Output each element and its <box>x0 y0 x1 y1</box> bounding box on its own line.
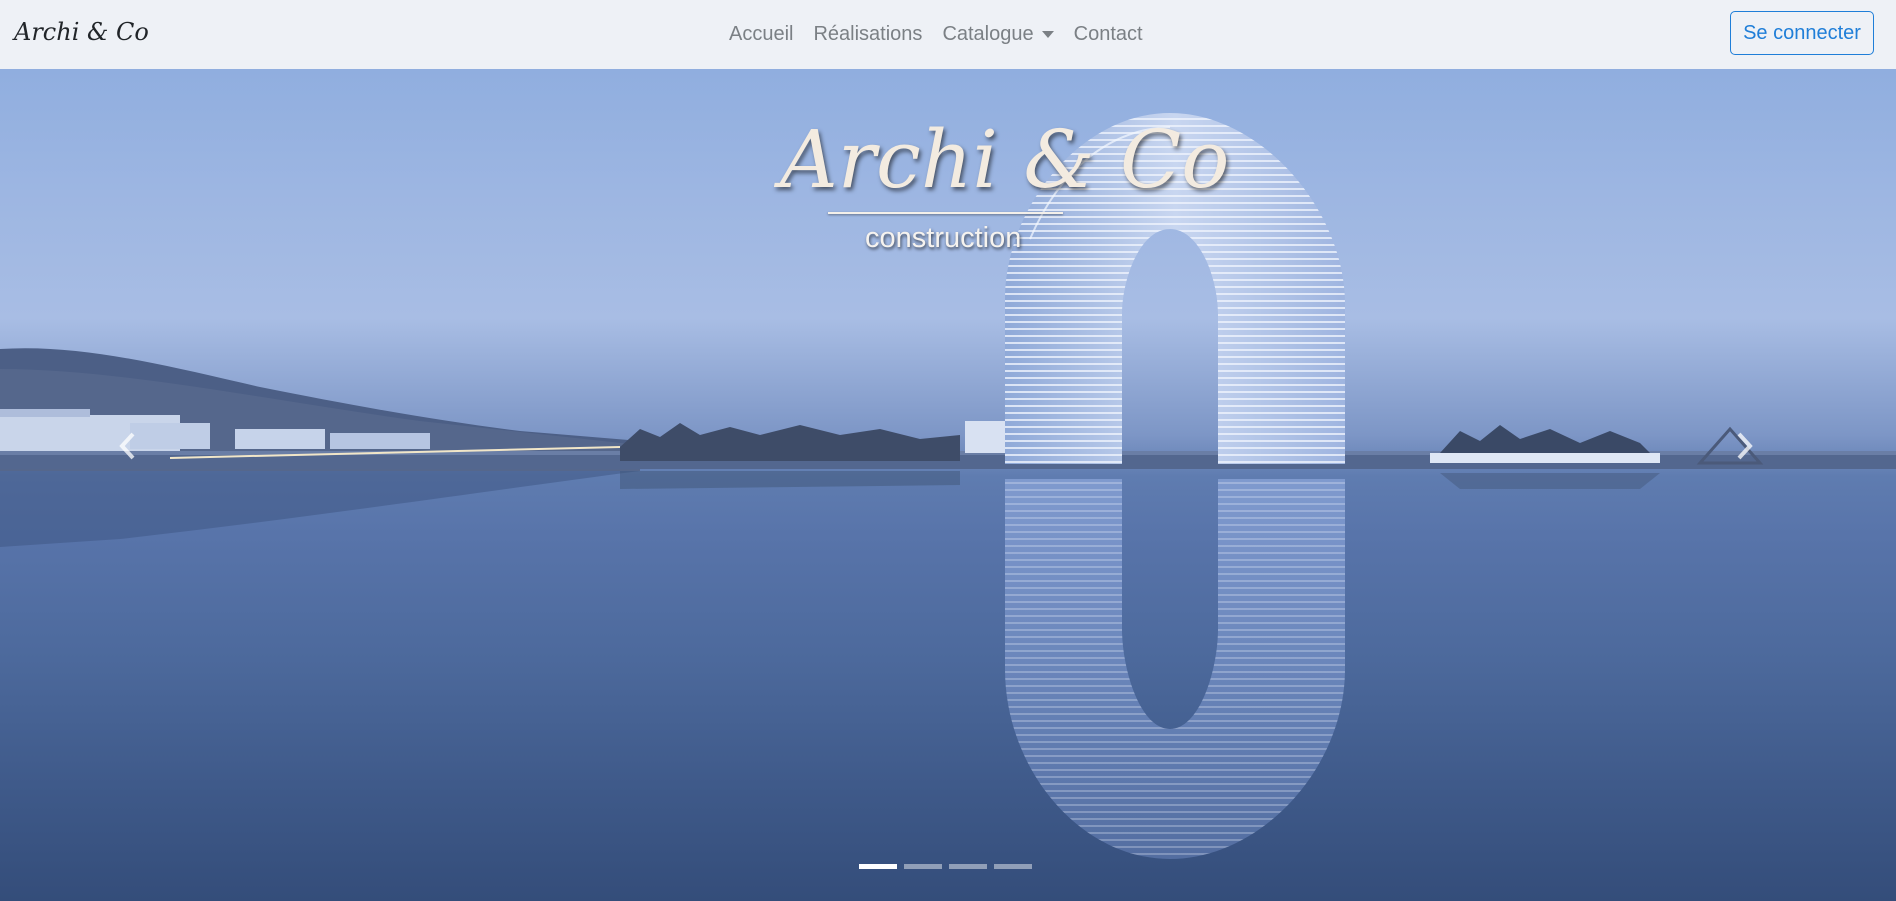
title-divider <box>828 212 1063 214</box>
carousel-indicator[interactable] <box>994 864 1032 869</box>
navbar-brand[interactable]: Archi & Co <box>14 18 149 46</box>
login-button[interactable]: Se connecter <box>1730 11 1874 55</box>
navbar: Archi & Co Accueil Réalisations Catalogu… <box>0 0 1896 70</box>
carousel-indicators <box>859 864 1032 869</box>
hero-subtitle: construction <box>865 222 1022 254</box>
chevron-right-icon <box>1737 432 1753 460</box>
caret-down-icon <box>1041 31 1054 38</box>
nav-menu: Accueil Réalisations Catalogue Contact <box>719 0 1153 69</box>
nav-link-accueil[interactable]: Accueil <box>719 23 803 46</box>
carousel-next-button[interactable] <box>1734 431 1774 491</box>
carousel-prev-button[interactable] <box>118 431 158 491</box>
hero-carousel: Archi & Co construction <box>0 69 1896 901</box>
carousel-indicator[interactable] <box>949 864 987 869</box>
carousel-indicator[interactable] <box>904 864 942 869</box>
nav-link-realisations[interactable]: Réalisations <box>803 23 932 46</box>
chevron-left-icon <box>119 432 135 460</box>
nav-link-catalogue-label: Catalogue <box>942 23 1034 45</box>
nav-link-contact[interactable]: Contact <box>1064 23 1153 46</box>
nav-link-catalogue[interactable]: Catalogue <box>932 23 1063 46</box>
hero-title: Archi & Co <box>780 113 1230 206</box>
carousel-indicator[interactable] <box>859 864 897 869</box>
